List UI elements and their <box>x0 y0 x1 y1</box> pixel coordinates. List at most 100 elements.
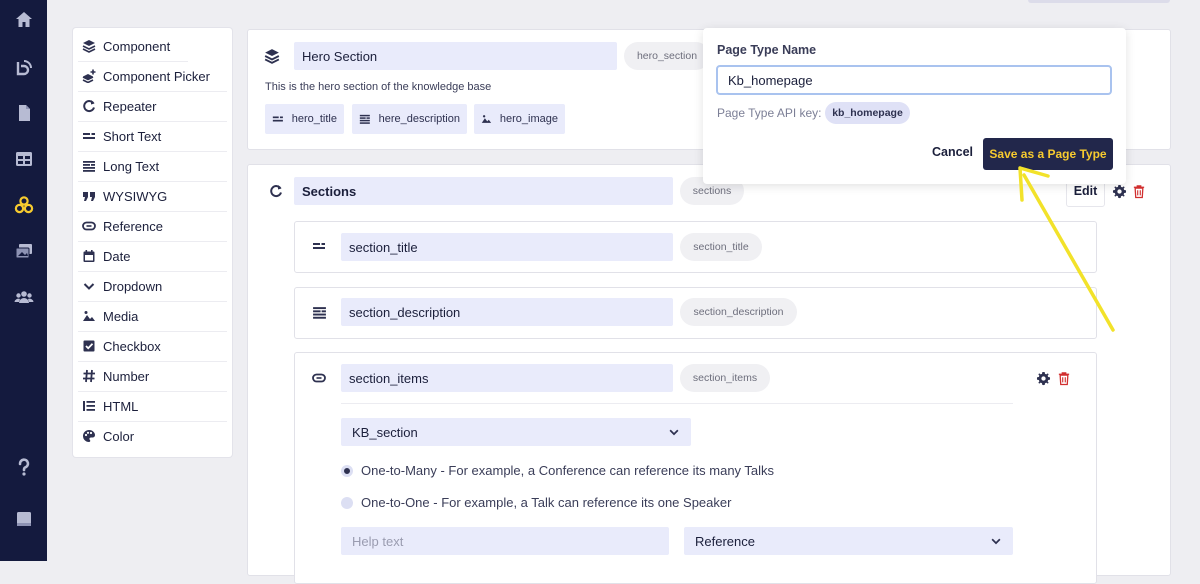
field-type-palette: Component Component Picker Repeater Shor… <box>73 28 288 457</box>
layers-icon <box>262 46 282 66</box>
palette-item-dropdown[interactable]: Dropdown <box>78 271 227 302</box>
chevron-down-icon <box>991 538 1001 545</box>
palette-item-label: Component Picker <box>103 68 210 84</box>
palette-item-label: Checkbox <box>103 338 161 354</box>
palette-item-component[interactable]: Component <box>78 31 188 62</box>
chip-label: here_description <box>378 113 460 125</box>
field-type-select[interactable]: Reference <box>684 527 1013 555</box>
palette-item-date[interactable]: Date <box>78 241 227 272</box>
radio-one-to-many[interactable]: One-to-Many - For example, a Conference … <box>341 463 774 478</box>
hero-chip-title[interactable]: hero_title <box>265 104 344 134</box>
palette-item-label: WYSIWYG <box>103 188 168 204</box>
refresh-icon <box>266 181 286 201</box>
hash-icon <box>78 369 100 383</box>
hero-section-api-pill: hero_section <box>624 42 710 70</box>
palette-item-label: Long Text <box>103 158 160 174</box>
select-value: Reference <box>695 533 755 549</box>
palette-item-repeater[interactable]: Repeater <box>78 91 227 122</box>
palette-item-label: Media <box>103 308 139 324</box>
table-icon[interactable] <box>12 147 35 170</box>
radio-label: One-to-One - For example, a Talk can ref… <box>361 495 732 510</box>
help-text-input[interactable]: Help text <box>341 527 669 555</box>
checkbox-icon <box>78 339 100 353</box>
palette-item-wysiwyg[interactable]: WYSIWYG <box>78 181 227 212</box>
annotation-arrow <box>1018 166 1115 332</box>
calendar-icon <box>78 249 100 263</box>
palette-item-number[interactable]: Number <box>78 361 227 392</box>
quote-icon <box>78 189 100 203</box>
home-icon[interactable] <box>12 8 35 31</box>
chip-label: hero_title <box>291 113 337 125</box>
cancel-button[interactable]: Cancel <box>932 145 973 159</box>
palette-item-checkbox[interactable]: Checkbox <box>78 331 227 362</box>
trash-icon[interactable] <box>1055 369 1073 387</box>
palette-item-label: Short Text <box>103 128 162 144</box>
palette-item-label: Reference <box>103 218 163 234</box>
palette-item-component-picker[interactable]: Component Picker <box>78 61 227 92</box>
top-toolbar-edge <box>1028 0 1170 3</box>
layers-icon <box>78 39 100 53</box>
chevron-down-icon <box>669 429 679 436</box>
hero-section-name-input[interactable]: Hero Section <box>294 42 617 70</box>
palette-item-short-text[interactable]: Short Text <box>78 121 227 152</box>
components-icon[interactable] <box>12 193 35 216</box>
document-icon[interactable] <box>12 101 35 124</box>
reference-target-select[interactable]: KB_section <box>341 418 691 446</box>
radio-selected[interactable] <box>341 464 353 477</box>
chip-label: hero_image <box>499 113 558 125</box>
section-items-name-input[interactable]: section_items <box>341 364 673 392</box>
page-type-api-label: Page Type API key: <box>717 106 822 120</box>
sections-name-input[interactable]: Sections <box>294 177 673 205</box>
long-text-icon <box>359 114 370 124</box>
docs-book-icon[interactable] <box>12 507 35 530</box>
list-icon <box>78 399 100 413</box>
long-text-icon <box>78 159 100 173</box>
section-description-api-pill: section_description <box>680 298 797 326</box>
hero-chip-description[interactable]: here_description <box>352 104 467 134</box>
palette-item-reference[interactable]: Reference <box>78 211 227 242</box>
help-icon[interactable] <box>12 455 35 478</box>
radio-label: One-to-Many - For example, a Conference … <box>361 463 775 478</box>
short-text-icon <box>272 116 283 122</box>
media-library-icon[interactable] <box>12 239 35 262</box>
gear-icon[interactable] <box>1034 369 1052 387</box>
palette-item-label: Repeater <box>103 98 157 114</box>
section-items-divider <box>341 403 1013 404</box>
short-text-icon <box>310 237 328 255</box>
palette-item-long-text[interactable]: Long Text <box>78 151 227 182</box>
short-text-icon <box>78 129 100 143</box>
palette-item-label: Dropdown <box>103 278 163 294</box>
link-icon <box>78 219 100 233</box>
trash-icon[interactable] <box>1130 182 1148 200</box>
palette-item-media[interactable]: Media <box>78 301 227 332</box>
section-description-name-input[interactable]: section_description <box>341 298 673 326</box>
image-icon <box>481 115 492 123</box>
palette-item-label: Color <box>103 428 135 444</box>
chevron-down-icon <box>78 279 100 293</box>
users-icon[interactable] <box>12 285 35 308</box>
section-title-name-input[interactable]: section_title <box>341 233 673 261</box>
link-icon <box>310 369 328 387</box>
hero-section-description: This is the hero section of the knowledg… <box>265 81 492 93</box>
select-value: KB_section <box>352 424 418 440</box>
page-type-name-label: Page Type Name <box>717 43 817 57</box>
palette-item-label: HTML <box>103 398 139 414</box>
palette-item-label: Date <box>103 248 131 264</box>
hero-chip-image[interactable]: hero_image <box>474 104 565 134</box>
image-icon <box>78 309 100 323</box>
long-text-icon <box>310 303 328 321</box>
layers-plus-icon <box>78 69 100 83</box>
palette-item-label: Number <box>103 368 150 384</box>
page-type-name-input[interactable] <box>716 65 1112 95</box>
left-navigation <box>0 0 47 561</box>
palette-item-label: Component <box>103 38 171 54</box>
palette-item-color[interactable]: Color <box>78 421 227 451</box>
blog-icon[interactable] <box>12 56 35 79</box>
palette-item-html[interactable]: HTML <box>78 391 227 422</box>
section-items-api-pill: section_items <box>680 364 770 392</box>
refresh-icon <box>78 99 100 113</box>
palette-icon <box>78 429 100 443</box>
radio-one-to-one[interactable]: One-to-One - For example, a Talk can ref… <box>341 495 731 510</box>
radio-unselected[interactable] <box>341 496 353 509</box>
section-title-api-pill: section_title <box>680 233 762 261</box>
